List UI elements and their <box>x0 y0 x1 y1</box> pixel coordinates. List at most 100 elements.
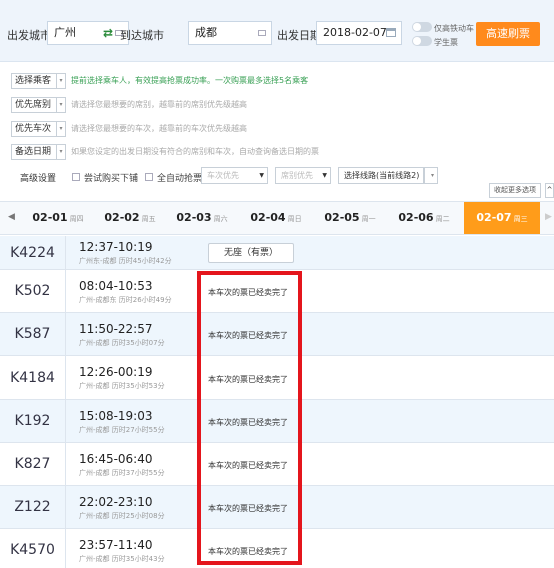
date-tab-0204[interactable]: 02-04 周日 <box>240 202 312 234</box>
caret-down-icon: ▼ <box>322 172 327 179</box>
date-tab-weekday: 周四 <box>69 215 84 223</box>
date-tab-date: 02-02 <box>104 211 140 224</box>
caret-down-icon: ▼ <box>259 172 264 179</box>
train-time: 08:04-10:53 <box>79 279 153 293</box>
train-number: K192 <box>0 400 66 442</box>
train-time: 16:45-06:40 <box>79 452 153 466</box>
student-toggle[interactable] <box>412 36 432 46</box>
train-time: 23:57-11:40 <box>79 538 153 552</box>
from-city-value: 广州 <box>54 26 76 39</box>
passenger-select-label: 选择乘客 <box>15 76 52 86</box>
train-number: K4184 <box>0 356 66 399</box>
train-route-duration: 广州东-成都 历时45小时42分 <box>79 257 172 265</box>
seat-hint: 请选择您最想要的席别，越靠前的席别优先级越高 <box>71 100 247 109</box>
passenger-hint: 提前选择乘车人，有效提高抢票成功率。一次购票最多选择5名乘客 <box>71 76 309 85</box>
date-tab-0205[interactable]: 02-05 周一 <box>314 202 386 234</box>
to-city-dropdown-icon[interactable] <box>258 30 266 36</box>
train-number: K4224 <box>0 236 66 269</box>
date-tab-weekday: 周五 <box>141 215 156 223</box>
seat-first-select[interactable]: 席别优先 ▼ <box>275 167 331 184</box>
from-city-label: 出发城市 <box>7 29 51 42</box>
options-panel: 选择乘客 ▾ 提前选择乘车人，有效提高抢票成功率。一次购票最多选择5名乘客 优先席… <box>0 62 554 200</box>
date-tab-0206[interactable]: 02-06 周二 <box>388 202 460 234</box>
train-route-duration: 广州-成都 历时35小时53分 <box>79 382 165 390</box>
date-tab-0202[interactable]: 02-02 周五 <box>94 202 166 234</box>
train-time: 12:26-00:19 <box>79 365 153 379</box>
passenger-select[interactable]: 选择乘客 ▾ <box>11 73 66 89</box>
train-number: K4570 <box>0 529 66 568</box>
seat-priority-label: 优先席别 <box>15 100 52 110</box>
query-button[interactable]: 高速刷票 <box>476 22 540 46</box>
train-priority-label: 优先车次 <box>15 124 52 134</box>
date-tab-weekday: 周三 <box>513 215 528 223</box>
chevron-down-icon: ▾ <box>56 74 65 88</box>
train-route-duration: 广州-成都 历时37小时55分 <box>79 469 165 477</box>
swap-icon[interactable]: ⇄ <box>103 27 113 39</box>
date-tab-date: 02-06 <box>398 211 434 224</box>
lower-berth-label: 尝试购买下铺 <box>84 174 139 184</box>
train-number: K827 <box>0 443 66 485</box>
chevron-up-icon[interactable]: ^ <box>545 183 554 198</box>
backup-date-hint: 如果您设定的出发日期没有符合的席别和车次，自动查询备选日期的票 <box>71 147 319 156</box>
chevron-down-icon: ▾ <box>430 172 434 179</box>
search-bar: 出发城市 广州 ⇄ 到达城市 成都 出发日期 2018-02-07 仅高铁动车 … <box>0 0 554 62</box>
backup-date-label: 备选日期 <box>15 147 52 157</box>
train-time: 22:02-23:10 <box>79 495 153 509</box>
train-route-duration: 广州-成都东 历时26小时49分 <box>79 296 172 304</box>
train-number: K502 <box>0 270 66 312</box>
date-input[interactable]: 2018-02-07 <box>316 21 402 45</box>
train-time: 11:50-22:57 <box>79 322 153 336</box>
train-first-select[interactable]: 车次优先 ▼ <box>201 167 268 184</box>
train-route-duration: 广州-成都 历时27小时55分 <box>79 426 165 434</box>
train-first-label: 车次优先 <box>207 171 239 180</box>
table-row[interactable]: K4224 12:37-10:19 广州东-成都 历时45小时42分 无座（有票… <box>0 236 554 270</box>
route-select-label: 选择线路(当前线路2) <box>344 171 420 180</box>
chevron-down-icon: ▾ <box>56 145 65 159</box>
seat-status-button[interactable]: 无座（有票） <box>208 243 294 263</box>
seat-priority-select[interactable]: 优先席别 ▾ <box>11 97 66 113</box>
calendar-icon[interactable] <box>386 28 396 37</box>
chevron-down-icon: ▾ <box>56 98 65 112</box>
train-route-duration: 广州-成都 历时25小时08分 <box>79 512 165 520</box>
student-toggle-label: 学生票 <box>434 38 458 47</box>
advanced-settings-label: 高级设置 <box>20 174 57 184</box>
to-city-label: 到达城市 <box>120 29 164 42</box>
collapse-options-label: 收起更多选项 <box>494 186 536 194</box>
annotation-highlight-box <box>197 271 302 565</box>
next-date-icon[interactable]: ▶ <box>545 212 552 222</box>
train-number: K587 <box>0 313 66 355</box>
date-tab-weekday: 周一 <box>361 215 376 223</box>
route-select-arrow[interactable]: ▾ <box>424 167 438 184</box>
date-tab-date: 02-07 <box>476 211 512 224</box>
train-route-duration: 广州-成都 历时35小时07分 <box>79 339 165 347</box>
prev-date-icon[interactable]: ◀ <box>8 212 15 222</box>
train-time: 12:37-10:19 <box>79 240 153 254</box>
date-tab-weekday: 周二 <box>435 215 450 223</box>
auto-grab-label: 全自动抢票 <box>157 174 203 184</box>
from-city-input[interactable]: 广州 <box>47 21 129 45</box>
date-tab-0207[interactable]: 02-07 周三 <box>464 202 540 234</box>
date-tab-date: 02-05 <box>324 211 360 224</box>
date-tab-date: 02-04 <box>250 211 286 224</box>
highspeed-toggle-label: 仅高铁动车 <box>434 24 474 33</box>
route-select[interactable]: 选择线路(当前线路2) <box>338 167 424 184</box>
date-tab-0201[interactable]: 02-01 周四 <box>22 202 94 234</box>
chevron-down-icon: ▾ <box>56 122 65 136</box>
train-time: 15:08-19:03 <box>79 409 153 423</box>
backup-date-select[interactable]: 备选日期 ▾ <box>11 144 66 160</box>
train-priority-select[interactable]: 优先车次 ▾ <box>11 121 66 137</box>
to-city-input[interactable]: 成都 <box>188 21 272 45</box>
lower-berth-checkbox[interactable] <box>72 173 80 181</box>
date-tab-weekday: 周六 <box>213 215 228 223</box>
date-tab-0203[interactable]: 02-03 周六 <box>166 202 238 234</box>
date-value: 2018-02-07 <box>323 26 387 39</box>
collapse-options-button[interactable]: 收起更多选项 <box>489 183 541 198</box>
highspeed-toggle[interactable] <box>412 22 432 32</box>
auto-grab-checkbox[interactable] <box>145 173 153 181</box>
train-number: Z122 <box>0 486 66 528</box>
date-tab-weekday: 周日 <box>287 215 302 223</box>
date-tab-date: 02-03 <box>176 211 212 224</box>
date-label: 出发日期 <box>277 29 321 42</box>
train-route-duration: 广州-成都 历时35小时43分 <box>79 555 165 563</box>
date-tabs: ◀ 02-01 周四 02-02 周五 02-03 周六 02-04 周日 02-05 周… <box>0 201 554 235</box>
